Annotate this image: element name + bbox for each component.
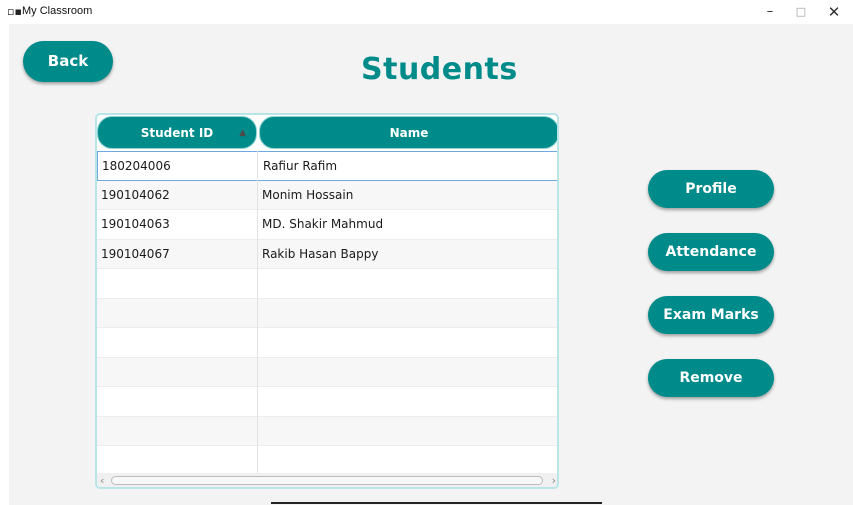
empty-table-row (97, 387, 557, 417)
bottom-divider (271, 502, 602, 504)
title-bar: ▫▪ My Classroom – □ ✕ (0, 0, 853, 24)
main-content: Back Students Student ID ▲ Name 18020400… (9, 24, 853, 505)
empty-table-row (97, 269, 557, 299)
empty-table-row (97, 357, 557, 387)
students-table[interactable]: Student ID ▲ Name 180204006 Rafiur Rafim… (95, 113, 559, 489)
app-icon: ▫▪ (7, 5, 22, 18)
empty-table-row (97, 416, 557, 446)
empty-table-row (97, 446, 557, 476)
student-name-cell: MD. Shakir Mahmud (262, 217, 384, 231)
profile-button[interactable]: Profile (648, 170, 774, 208)
table-header: Student ID ▲ Name (97, 115, 557, 151)
empty-table-row (97, 328, 557, 358)
student-id-cell: 180204006 (102, 159, 171, 173)
page-title: Students (361, 52, 518, 87)
empty-table-row (97, 298, 557, 328)
remove-button[interactable]: Remove (648, 359, 774, 397)
scroll-left-icon[interactable]: ‹ (100, 474, 104, 487)
window-title: My Classroom (22, 5, 93, 17)
table-row[interactable]: 180204006 Rafiur Rafim (97, 151, 557, 181)
horizontal-scrollbar[interactable]: ‹ › (97, 473, 557, 487)
sort-ascending-icon: ▲ (239, 128, 246, 138)
table-row[interactable]: 190104062 Monim Hossain (97, 180, 557, 210)
student-name-cell: Monim Hossain (262, 187, 354, 202)
column-header-label: Student ID (140, 126, 214, 140)
column-header-label: Name (389, 126, 429, 140)
student-id-cell: 190104063 (101, 217, 170, 231)
scroll-right-icon[interactable]: › (552, 474, 556, 487)
attendance-button[interactable]: Attendance (648, 233, 774, 271)
column-header-student-id[interactable]: Student ID ▲ (97, 116, 257, 149)
column-divider (257, 151, 258, 473)
student-id-cell: 190104067 (101, 246, 170, 261)
student-id-cell: 190104062 (101, 187, 170, 202)
maximize-button[interactable]: □ (783, 0, 819, 24)
back-button[interactable]: Back (23, 41, 113, 82)
table-body: 180204006 Rafiur Rafim 190104062 Monim H… (97, 151, 557, 476)
exam-marks-button[interactable]: Exam Marks (648, 296, 774, 334)
column-header-name[interactable]: Name (259, 116, 557, 149)
student-name-cell: Rakib Hasan Bappy (262, 246, 379, 261)
table-row[interactable]: 190104067 Rakib Hasan Bappy (97, 239, 557, 269)
close-button[interactable]: ✕ (816, 0, 852, 24)
student-name-cell: Rafiur Rafim (263, 159, 338, 173)
scrollbar-thumb[interactable] (111, 476, 543, 485)
table-row[interactable]: 190104063 MD. Shakir Mahmud (97, 210, 557, 240)
